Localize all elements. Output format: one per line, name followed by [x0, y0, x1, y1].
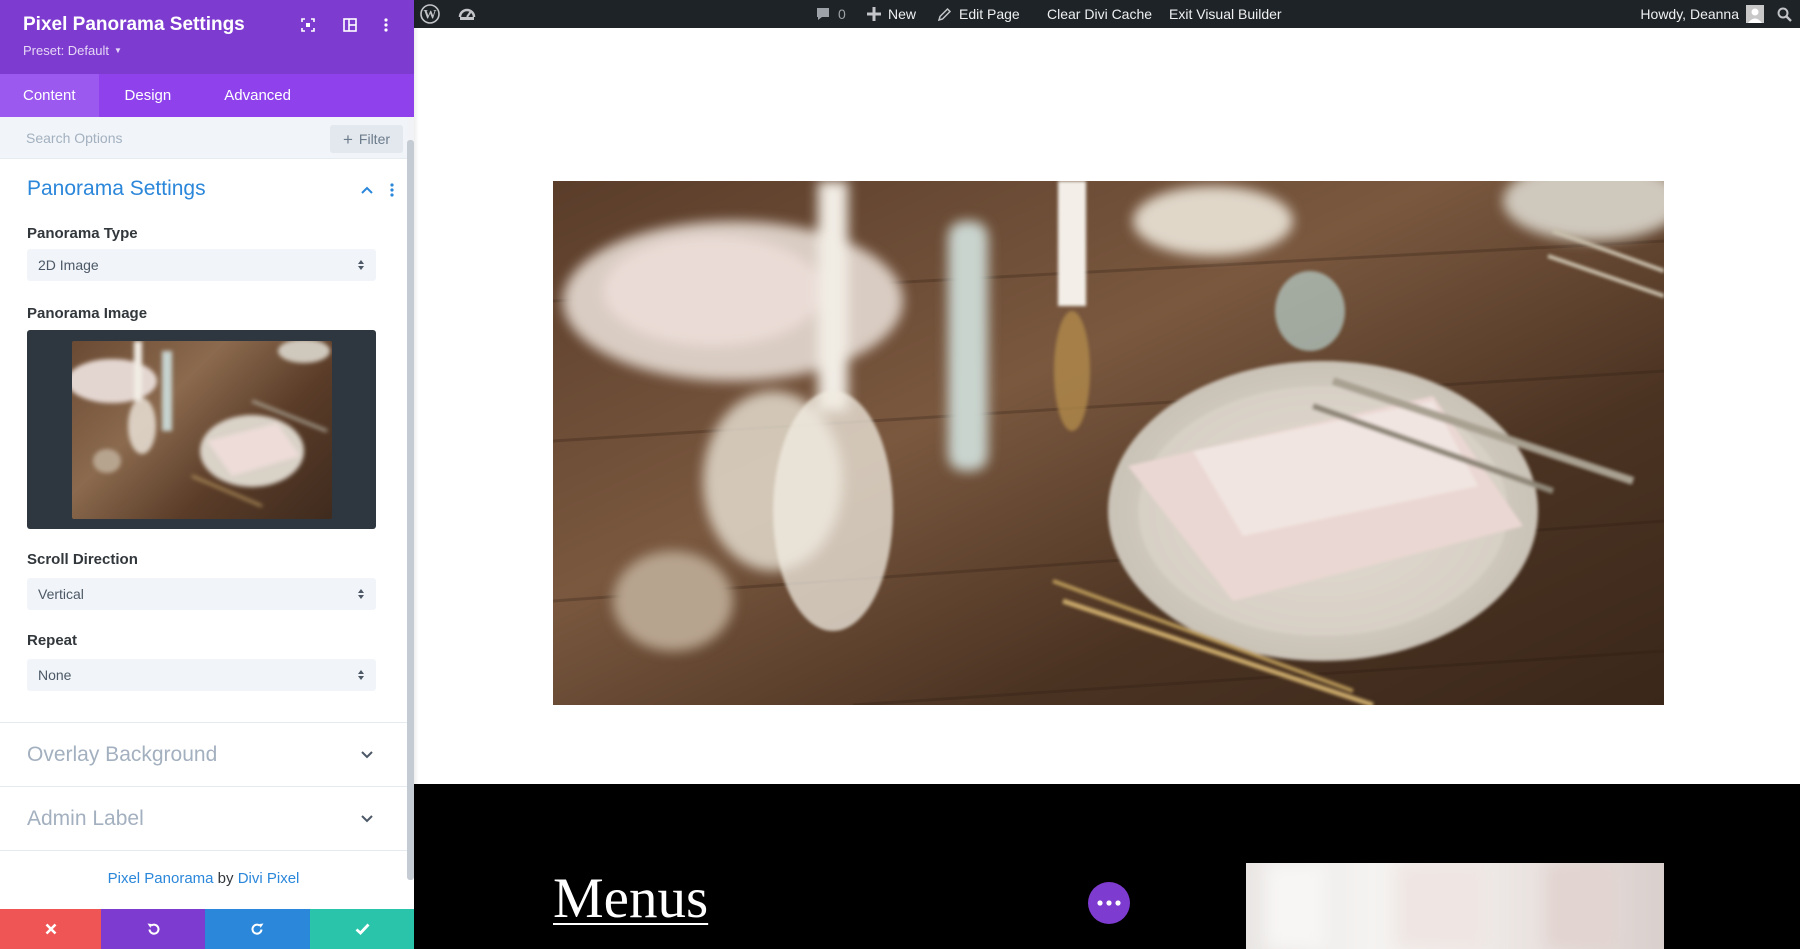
checkmark-icon [355, 923, 370, 935]
filter-button[interactable]: + Filter [330, 125, 403, 153]
section-divider [0, 786, 407, 787]
select-arrows-icon [357, 667, 365, 683]
ellipsis-icon [1097, 900, 1121, 906]
new-label: New [888, 6, 917, 22]
plus-icon: + [342, 129, 353, 149]
panel-header: Pixel Panorama Settings Preset: Default … [0, 0, 414, 74]
overlay-background-title[interactable]: Overlay Background [27, 742, 217, 768]
search-bar: + Filter [0, 117, 407, 159]
admin-label-title[interactable]: Admin Label [27, 806, 144, 832]
close-icon [45, 923, 56, 935]
chevron-up-icon[interactable] [357, 180, 377, 200]
focus-mode-icon[interactable] [297, 14, 319, 36]
action-bar [0, 909, 414, 949]
howdy-label: Howdy, Deanna [1640, 6, 1739, 22]
more-options-fab[interactable] [1088, 882, 1130, 924]
tab-content[interactable]: Content [0, 74, 99, 117]
edit-page-link[interactable]: Edit Page [937, 0, 1020, 28]
caret-down-icon: ▼ [114, 46, 122, 55]
panel-scrollbar-thumb[interactable] [407, 140, 414, 880]
new-content-link[interactable]: New [867, 0, 916, 28]
module-credit: Pixel Panorama by Divi Pixel [0, 870, 407, 887]
select-arrows-icon [357, 586, 365, 602]
section-divider [0, 850, 407, 851]
plus-icon [867, 7, 881, 21]
clear-divi-cache-link[interactable]: Clear Divi Cache [1047, 0, 1152, 28]
comments-link[interactable]: 0 [815, 0, 846, 28]
admin-bar: W 0 New Edit Page Clear Divi Cache Exit … [414, 0, 1800, 28]
scroll-direction-select[interactable]: Vertical [27, 578, 376, 610]
panorama-image-label: Panorama Image [27, 305, 148, 322]
wordpress-logo-icon[interactable]: W [420, 0, 440, 28]
undo-button[interactable] [101, 909, 205, 949]
edit-page-label: Edit Page [959, 6, 1020, 22]
preset-label: Preset: Default [23, 43, 109, 58]
chevron-down-icon[interactable] [357, 809, 377, 829]
search-icon[interactable] [1777, 0, 1792, 28]
section-kebab-icon[interactable] [386, 180, 398, 200]
kebab-menu-icon[interactable] [375, 14, 397, 36]
exit-label: Exit Visual Builder [1169, 6, 1282, 22]
pixel-panorama-link[interactable]: Pixel Panorama [108, 870, 214, 887]
panorama-type-label: Panorama Type [27, 225, 138, 242]
settings-panel: Pixel Panorama Settings Preset: Default … [0, 0, 414, 949]
chevron-down-icon[interactable] [357, 745, 377, 765]
panorama-image-upload[interactable] [27, 330, 376, 529]
exit-visual-builder-link[interactable]: Exit Visual Builder [1169, 0, 1282, 28]
dashboard-icon[interactable] [458, 0, 476, 28]
panorama-type-select[interactable]: 2D Image [27, 249, 376, 281]
undo-icon [147, 923, 159, 935]
credit-by: by [217, 870, 234, 887]
repeat-value: None [38, 667, 72, 683]
redo-icon [251, 923, 264, 935]
search-options-input[interactable] [26, 127, 316, 149]
split-view-icon[interactable] [339, 14, 361, 36]
panorama-settings-title[interactable]: Panorama Settings [27, 176, 206, 202]
clear-cache-label: Clear Divi Cache [1047, 6, 1153, 22]
tab-advanced[interactable]: Advanced [194, 74, 314, 117]
comments-count: 0 [838, 6, 846, 22]
panel-tabs: Content Design Advanced [0, 74, 414, 117]
comment-icon [817, 8, 829, 20]
menus-heading[interactable]: Menus [553, 866, 708, 931]
repeat-label: Repeat [27, 632, 78, 649]
pencil-icon [937, 7, 952, 21]
panorama-hero-image[interactable] [553, 181, 1664, 705]
redo-button[interactable] [205, 909, 310, 949]
account-menu[interactable]: Howdy, Deanna [1640, 0, 1764, 28]
scroll-direction-label: Scroll Direction [27, 551, 138, 568]
tab-design[interactable]: Design [99, 74, 195, 117]
select-arrows-icon [357, 257, 365, 273]
svg-text:W: W [424, 7, 437, 22]
scroll-direction-value: Vertical [38, 586, 84, 602]
panorama-type-value: 2D Image [38, 257, 99, 273]
preset-selector[interactable]: Preset: Default ▼ [23, 43, 122, 58]
cancel-button[interactable] [0, 909, 101, 949]
filter-label: Filter [358, 131, 391, 147]
section-divider [0, 722, 407, 723]
divi-pixel-link[interactable]: Divi Pixel [238, 870, 300, 887]
menus-side-image[interactable] [1246, 863, 1664, 949]
avatar [1746, 5, 1764, 23]
repeat-select[interactable]: None [27, 659, 376, 691]
panel-title: Pixel Panorama Settings [23, 14, 245, 35]
panorama-image-thumbnail [72, 341, 332, 519]
save-button[interactable] [310, 909, 414, 949]
